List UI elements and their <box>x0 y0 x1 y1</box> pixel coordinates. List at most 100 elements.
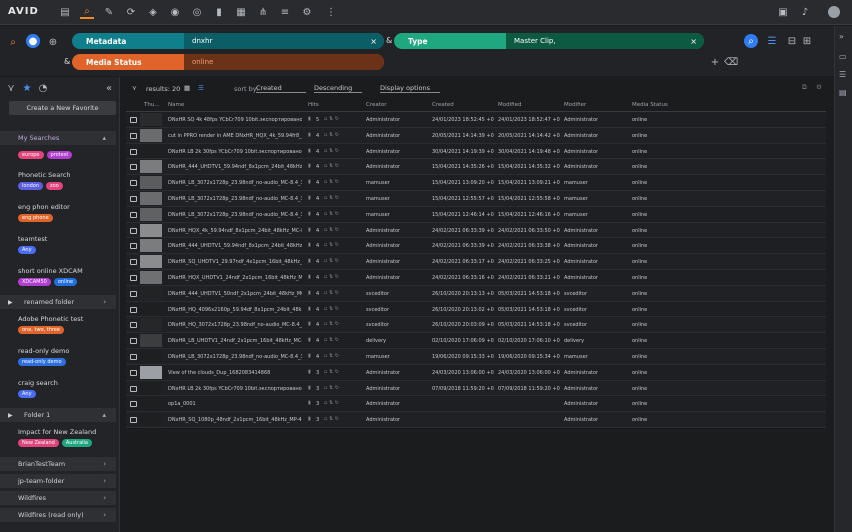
row-checkbox[interactable] <box>130 132 137 139</box>
table-row[interactable]: DNxHR SQ 4k 48fps YCbCr709 10bit.экспорт… <box>126 112 826 128</box>
clip-name[interactable]: DNxHR LB 2k 30fps YCbCr709 10bit.экспорт… <box>168 386 302 392</box>
criterion-value[interactable]: online <box>192 58 213 66</box>
link-icon[interactable]: ◈ <box>146 5 160 19</box>
list-view-icon[interactable]: ☰ <box>198 84 204 92</box>
sort-order-select[interactable]: Descending <box>314 84 362 93</box>
folder-icon[interactable]: ▤ <box>58 5 72 19</box>
row-checkbox[interactable] <box>130 417 137 424</box>
table-row[interactable]: DNxHR_HQ_3072x1728p_23.98ndf_no-audio_MC… <box>126 317 826 334</box>
thumbnail[interactable] <box>140 113 162 126</box>
thumbnail[interactable] <box>140 255 162 269</box>
thumbnail[interactable] <box>140 223 162 237</box>
layout-icon[interactable]: ⊞ <box>800 34 814 48</box>
search-icon[interactable]: ⌕ <box>6 35 20 49</box>
criterion-value[interactable]: dnxhr <box>192 37 212 45</box>
saved-search[interactable]: read-only demo <box>18 347 69 355</box>
saved-search[interactable]: Impact for New Zealand <box>18 428 96 436</box>
row-checkbox[interactable] <box>130 369 137 376</box>
table-row[interactable]: DNxHR_444_UHDTV1_50ndf_2x1pcm_24bit_48kH… <box>126 285 826 302</box>
close-icon[interactable]: × <box>370 37 377 46</box>
table-row[interactable]: op1a_0001 ▮ 3 ▫ ⇅ ↻ Administrator Administrat… <box>126 396 826 413</box>
clip-name[interactable]: cut in PPRO render in AME DNxHR_HQX_4k_5… <box>168 133 302 139</box>
display-options-select[interactable]: Display options <box>380 84 440 93</box>
row-checkbox[interactable] <box>130 180 137 187</box>
clip-name[interactable]: DNxHR_SQ_UHDTV1_29.97ndf_4x1pcm_16bit_48… <box>168 259 302 265</box>
globe-icon[interactable]: ⊕ <box>46 35 60 49</box>
layout-icon[interactable]: ▭ <box>839 52 847 61</box>
table-row[interactable]: DNxHR LB 2k 30fps YCbCr709 10bit.экспорт… <box>126 143 826 160</box>
row-checkbox[interactable] <box>130 401 137 408</box>
column-header[interactable]: Hits <box>308 102 319 108</box>
column-header[interactable]: Modifier <box>564 102 586 108</box>
table-row[interactable]: DNxHR_444_UHDTV1_59.94ndf_8x1pcm_24bit_4… <box>126 238 826 255</box>
user-avatar[interactable] <box>828 6 840 18</box>
column-header[interactable]: Created <box>432 102 454 108</box>
row-checkbox[interactable] <box>130 385 137 392</box>
team-folder[interactable]: Wildfires › <box>0 491 116 505</box>
clear-icon[interactable]: ⌫ <box>724 55 738 69</box>
table-row[interactable]: DNxHR LB 2k 30fps YCbCr709 10bit.экспорт… <box>126 380 826 397</box>
criterion-value[interactable]: Master Clip, <box>514 37 556 45</box>
table-row[interactable]: DNxHR_LB_UHDTV1_24ndf_2x1pcm_16bit_48kHz… <box>126 333 826 349</box>
thumbnail[interactable] <box>140 207 162 221</box>
row-checkbox[interactable] <box>130 117 137 123</box>
table-row[interactable]: DNxHR_LB_3072x1728p_23.98ndf_no-audio_MC… <box>126 348 826 365</box>
location-icon[interactable]: ● <box>26 34 40 48</box>
team-folder[interactable]: jp-team-folder › <box>0 474 116 488</box>
thumbnail[interactable] <box>140 413 162 427</box>
thumbnail[interactable] <box>140 176 162 190</box>
thumbnail[interactable] <box>140 160 162 174</box>
close-icon[interactable]: × <box>690 37 697 46</box>
row-checkbox[interactable] <box>130 290 137 297</box>
table-row[interactable]: DNxHR_LB_3072x1728p_23.98ndf_no-audio_MC… <box>126 206 826 223</box>
clip-name[interactable]: DNxHR_HQX_4k_59.94ndf_8x1pcm_24bit_48kHz… <box>168 228 302 234</box>
thumbnail[interactable] <box>140 365 162 379</box>
filter-icon[interactable]: ⋎ <box>4 81 18 95</box>
star-icon[interactable]: ★ <box>20 81 34 95</box>
criterion-media-status[interactable]: Media Status online <box>72 54 384 70</box>
criterion-type[interactable]: Type Master Clip, × <box>394 33 704 49</box>
my-searches-header[interactable]: My Searches ▴ <box>0 131 116 145</box>
clip-name[interactable]: DNxHR_HQ_3072x1728p_23.98ndf_no-audio_MC… <box>168 322 302 328</box>
clip-icon[interactable]: ▦ <box>234 5 248 19</box>
list-icon[interactable]: ☰ <box>765 34 779 48</box>
bookmark-icon[interactable]: ▮ <box>212 5 226 19</box>
list-icon[interactable]: ☰ <box>839 70 846 79</box>
row-checkbox[interactable] <box>130 274 137 281</box>
clip-name[interactable]: DNxHR_444_UHDTV1_59.94ndf_8x1pcm_24bit_4… <box>168 243 302 249</box>
renamed-folder[interactable]: ▶ renamed folder › <box>0 295 116 309</box>
table-row[interactable]: DNxHR_SQ_1080p_48ndf_2x1pcm_16bit_48kHz_… <box>126 412 826 428</box>
clip-name[interactable]: DNxHR SQ 4k 48fps YCbCr709 10bit.экспорт… <box>168 117 302 123</box>
column-header[interactable]: Thu... <box>144 102 160 108</box>
row-checkbox[interactable] <box>130 148 137 155</box>
saved-search[interactable]: Adobe Phonetic test <box>18 315 83 323</box>
clip-name[interactable]: DNxHR_444_UHDTV1_50ndf_2x1pcm_24bit_48kH… <box>168 291 302 297</box>
column-header[interactable]: Modified <box>498 102 521 108</box>
thumbnail[interactable] <box>140 144 162 158</box>
grid-view-icon[interactable]: ▦ <box>184 84 190 92</box>
clip-name[interactable]: DNxHR_LB_3072x1728p_23.98ndf_no-audio_MC… <box>168 180 302 186</box>
clip-name[interactable]: DNxHR_LB_UHDTV1_24ndf_2x1pcm_16bit_48kHz… <box>168 338 302 344</box>
history-icon[interactable]: ◔ <box>36 81 50 95</box>
network-icon[interactable]: ⋔ <box>256 5 270 19</box>
table-row[interactable]: cut in PPRO render in AME DNxHR_HQX_4k_5… <box>126 127 826 144</box>
edit-icon[interactable]: ✎ <box>102 5 116 19</box>
add-icon[interactable]: + <box>708 55 722 69</box>
bell-icon[interactable]: ♪ <box>798 5 812 19</box>
search-icon[interactable]: ⌕ <box>744 34 758 48</box>
row-checkbox[interactable] <box>130 322 137 329</box>
row-checkbox[interactable] <box>130 243 137 250</box>
row-checkbox[interactable] <box>130 164 137 171</box>
row-checkbox[interactable] <box>130 353 137 360</box>
team-folder[interactable]: BrianTestTeam › <box>0 457 116 471</box>
thumbnail[interactable] <box>140 191 162 205</box>
copy-icon[interactable]: ⧉ <box>802 83 807 92</box>
grid-icon[interactable]: ⋮ <box>324 5 338 19</box>
thumbnail[interactable] <box>140 349 162 363</box>
column-header[interactable]: Name <box>168 102 184 108</box>
image-icon[interactable]: ▣ <box>776 5 790 19</box>
folder-1[interactable]: ▶ Folder 1 ▴ <box>0 408 116 422</box>
user-icon[interactable]: ◉ <box>168 5 182 19</box>
settings-icon[interactable]: ⚙ <box>300 5 314 19</box>
saved-search[interactable]: eng phon editor <box>18 203 70 211</box>
